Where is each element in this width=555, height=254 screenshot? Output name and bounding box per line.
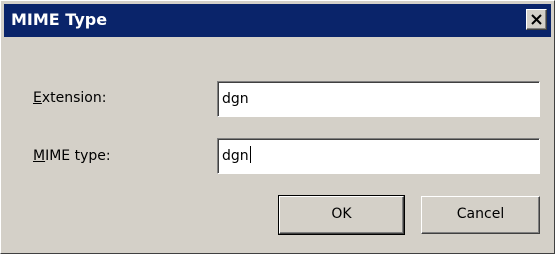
text-caret	[249, 146, 251, 163]
close-button[interactable]	[526, 9, 547, 30]
mime-type-dialog: MIME Type Extension: dgn MIME type: dgn …	[0, 0, 555, 254]
dialog-title: MIME Type	[11, 10, 108, 29]
mime-type-label: MIME type:	[33, 148, 111, 164]
extension-label-mnemonic: E	[33, 90, 42, 106]
mime-type-label-text: IME type:	[45, 148, 111, 164]
ok-button[interactable]: OK	[278, 195, 405, 235]
cancel-button[interactable]: Cancel	[421, 196, 540, 234]
extension-label: Extension:	[33, 90, 106, 106]
extension-field-value: dgn	[222, 91, 249, 107]
mime-type-label-mnemonic: M	[33, 148, 46, 164]
extension-field[interactable]: dgn	[217, 81, 540, 117]
title-bar[interactable]: MIME Type	[4, 4, 551, 37]
mime-type-field[interactable]: dgn	[217, 138, 540, 174]
close-icon	[531, 14, 542, 25]
extension-label-text: xtension:	[41, 90, 107, 106]
mime-type-field-value: dgn	[222, 148, 249, 164]
